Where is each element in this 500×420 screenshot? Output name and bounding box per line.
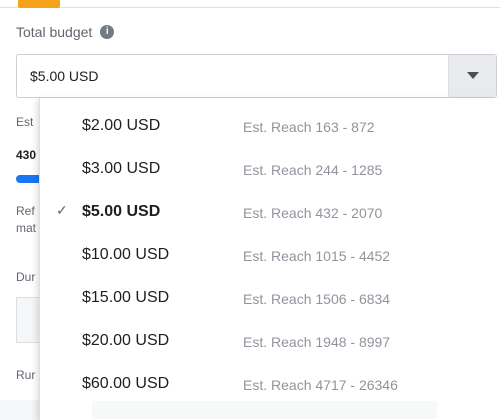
check-icon: ✓ xyxy=(56,202,68,218)
info-icon: i xyxy=(100,25,115,39)
budget-option-20[interactable]: $20.00 USD Est. Reach 1948 - 8997 xyxy=(40,321,500,361)
budget-option-reach: Est. Reach 1948 - 8997 xyxy=(243,334,391,350)
top-strip xyxy=(0,0,500,12)
budget-option-amount: $60.00 USD xyxy=(82,375,170,392)
background-text-run: Rur xyxy=(16,368,36,382)
budget-option-reach: Est. Reach 1506 - 6834 xyxy=(243,291,391,307)
budget-option-10[interactable]: $10.00 USD Est. Reach 1015 - 4452 xyxy=(40,235,500,275)
budget-select[interactable]: $5.00 USD xyxy=(16,54,497,98)
background-text-mat: mat xyxy=(16,221,37,235)
budget-option-reach: Est. Reach 1015 - 4452 xyxy=(243,248,391,264)
budget-option-amount: $2.00 USD xyxy=(82,117,161,134)
budget-option-amount: $20.00 USD xyxy=(82,332,170,349)
budget-option-15[interactable]: $15.00 USD Est. Reach 1506 - 6834 xyxy=(40,278,500,318)
budget-option-60[interactable]: $60.00 USD Est. Reach 4717 - 26346 xyxy=(40,364,500,404)
budget-option-amount: $5.00 USD xyxy=(82,203,161,220)
total-budget-label-row: Total budget i xyxy=(16,24,115,40)
budget-dropdown[interactable]: $2.00 USD Est. Reach 163 - 872 $3.00 USD… xyxy=(39,98,500,420)
budget-option-amount: $3.00 USD xyxy=(82,160,161,177)
budget-option-reach: Est. Reach 4717 - 26346 xyxy=(243,377,398,393)
background-text-dur: Dur xyxy=(16,270,36,284)
background-text-est: Est xyxy=(16,115,34,129)
budget-option-reach: Est. Reach 432 - 2070 xyxy=(243,205,383,221)
top-strip-accent xyxy=(18,0,60,8)
budget-option-amount: $15.00 USD xyxy=(82,289,170,306)
total-budget-label: Total budget xyxy=(16,24,93,40)
budget-option-amount: $10.00 USD xyxy=(82,246,170,263)
top-strip-bar xyxy=(0,0,500,8)
budget-option-reach: Est. Reach 244 - 1285 xyxy=(243,162,383,178)
budget-option-5-selected[interactable]: ✓ $5.00 USD Est. Reach 432 - 2070 xyxy=(40,192,500,232)
background-text-number: 430 xyxy=(16,148,37,162)
budget-value: $5.00 USD xyxy=(30,68,99,84)
budget-option-2[interactable]: $2.00 USD Est. Reach 163 - 872 xyxy=(40,106,500,146)
background-text-ref: Ref xyxy=(16,204,35,218)
chevron-down-icon[interactable] xyxy=(448,55,496,97)
budget-option-3[interactable]: $3.00 USD Est. Reach 244 - 1285 xyxy=(40,149,500,189)
partially-visible-option xyxy=(92,401,437,419)
budget-option-reach: Est. Reach 163 - 872 xyxy=(243,119,375,135)
